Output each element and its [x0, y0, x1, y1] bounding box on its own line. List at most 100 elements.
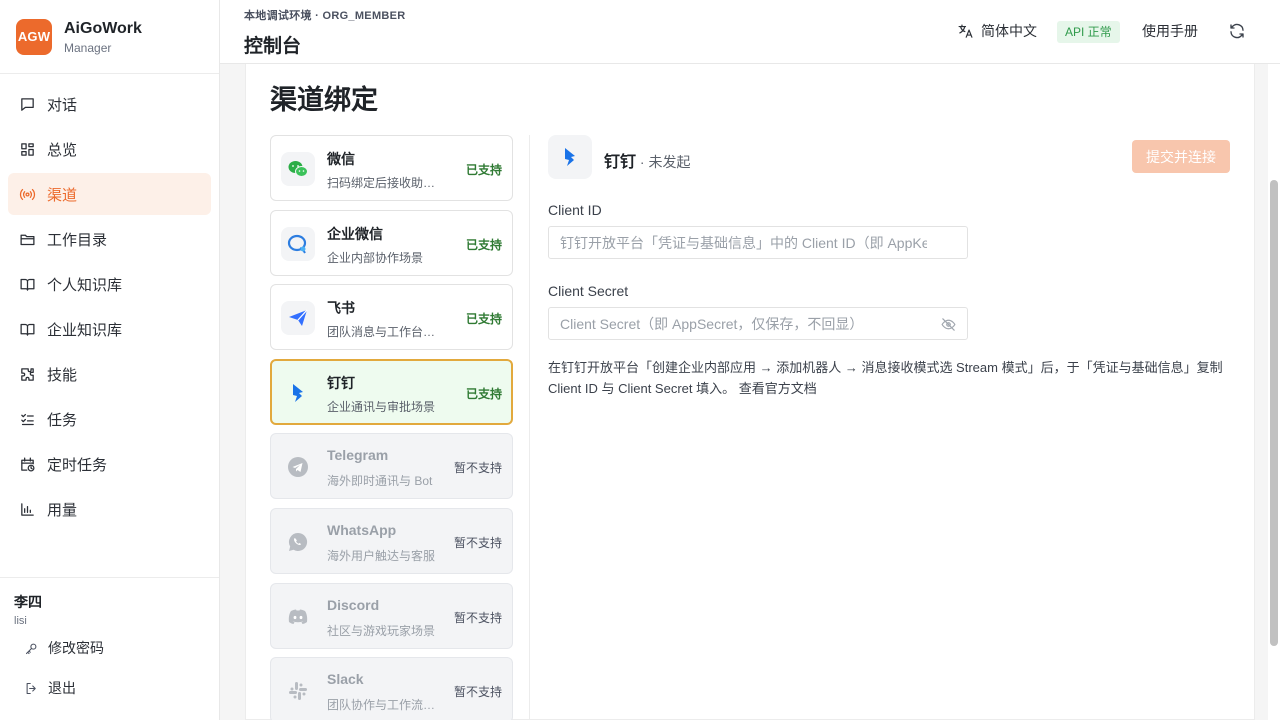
- slack-icon: [289, 682, 307, 701]
- env-label: 本地调试环境 · ORG_MEMBER: [244, 10, 406, 22]
- manual-link[interactable]: 使用手册: [1142, 21, 1198, 41]
- user-block: 李四 lisi 修改密码 退出: [0, 577, 219, 707]
- brand-name: AiGoWork: [64, 19, 142, 37]
- discord-icon: [288, 609, 308, 624]
- user-name: 李四: [14, 594, 42, 610]
- channel-item-whatsapp[interactable]: WhatsApp 海外用户触达与客服 暂不支持: [270, 507, 513, 574]
- sidebar-item-usage[interactable]: 用量: [8, 488, 211, 530]
- channel-desc: 扫码绑定后接收助手消息: [327, 176, 437, 190]
- dingtalk-icon: [293, 383, 303, 402]
- book-icon: [20, 278, 35, 291]
- client-id-label: Client ID: [548, 202, 602, 218]
- channel-status: 已支持: [465, 312, 502, 327]
- eye-off-icon: [941, 318, 956, 331]
- channel-name: Slack: [327, 671, 364, 688]
- sidebar-item-chat[interactable]: 对话: [8, 83, 211, 125]
- channel-name: 飞书: [327, 300, 355, 317]
- channel-item-wecom[interactable]: 企业微信 企业内部协作场景 已支持: [270, 209, 513, 276]
- refresh-button[interactable]: [1228, 22, 1248, 42]
- translate-icon: [958, 24, 973, 38]
- detail-channel-name: 钉钉 · 未发起: [604, 154, 691, 171]
- bar-chart-icon: [21, 502, 34, 516]
- sidebar-item-skills[interactable]: 技能: [8, 353, 211, 395]
- channel-name: 企业微信: [327, 225, 383, 242]
- official-docs-link[interactable]: 查看官方文档: [739, 381, 817, 396]
- channel-item-wechat[interactable]: 微信 扫码绑定后接收助手消息 已支持: [270, 135, 513, 201]
- toggle-visibility-button[interactable]: [940, 316, 957, 333]
- channel-status: 已支持: [465, 163, 502, 177]
- channel-status: 暂不支持: [453, 610, 502, 625]
- sidebar-item-workdir[interactable]: 工作目录: [8, 218, 211, 260]
- channel-status: 暂不支持: [453, 535, 502, 550]
- calendar-clock-icon: [21, 456, 35, 472]
- language-switcher[interactable]: 简体中文: [957, 21, 1037, 41]
- channel-item-discord[interactable]: Discord 社区与游戏玩家场景 暂不支持: [270, 582, 513, 649]
- channel-item-telegram[interactable]: Telegram 海外即时通讯与 Bot 暂不支持: [270, 433, 513, 500]
- channel-desc: 企业内部协作场景: [327, 250, 424, 265]
- channel-desc: 社区与游戏玩家场景: [327, 623, 436, 638]
- chat-icon: [21, 97, 34, 111]
- client-secret-field-wrapper: [548, 307, 968, 340]
- page-title: 控制台: [244, 36, 302, 57]
- channel-desc: 海外用户触达与客服: [327, 548, 436, 563]
- user-id: lisi: [14, 615, 27, 627]
- channel-item-feishu[interactable]: 飞书 团队消息与工作台通知 已支持: [270, 284, 513, 351]
- client-id-field-wrapper: [548, 226, 968, 259]
- client-id-input[interactable]: [549, 227, 967, 258]
- sidebar-nav: 对话 总览 渠道 工作目录 个人知识库 企业知识库 技能 任务 定时任务 用量: [0, 74, 219, 530]
- broadcast-icon: [19, 188, 36, 200]
- logout-button[interactable]: 退出: [14, 669, 219, 707]
- connection-state: · 未发起: [636, 154, 691, 170]
- key-icon: [25, 643, 37, 654]
- channel-binding-card: 渠道绑定 微信 扫码绑定后接收助手消息 已支持 企业微信 企业内部协作场景 已支…: [245, 64, 1255, 720]
- submit-connect-button[interactable]: 提交并连接: [1132, 140, 1230, 173]
- client-secret-input[interactable]: [549, 308, 967, 339]
- feishu-icon: [289, 309, 308, 327]
- scrollbar-thumb[interactable]: [1270, 180, 1278, 646]
- channel-item-dingtalk[interactable]: 钉钉 企业通讯与审批场景 已支持: [270, 358, 513, 425]
- whatsapp-icon: [288, 532, 308, 551]
- checklist-icon: [21, 413, 34, 425]
- channel-status: 已支持: [465, 386, 502, 401]
- telegram-icon: [288, 457, 308, 478]
- wecom-icon: [287, 234, 307, 254]
- logout-icon: [26, 682, 36, 694]
- book-icon: [20, 323, 35, 336]
- sidebar-item-tasks[interactable]: 任务: [8, 398, 211, 440]
- channel-detail: 钉钉 · 未发起 提交并连接 Client ID Client Secret 在…: [548, 135, 1238, 399]
- sidebar-item-scheduled-tasks[interactable]: 定时任务: [8, 443, 211, 485]
- sidebar-item-overview[interactable]: 总览: [8, 128, 211, 170]
- channel-name: 钉钉: [327, 374, 355, 391]
- channel-name: WhatsApp: [327, 521, 397, 538]
- channel-name: Telegram: [327, 447, 389, 464]
- channel-status: 已支持: [465, 237, 502, 252]
- sidebar: AGW AiGoWork Manager 对话 总览 渠道 工作目录 个人知识库: [0, 0, 220, 720]
- channel-desc: 企业通讯与审批场景: [327, 399, 436, 414]
- channel-status: 暂不支持: [453, 461, 502, 476]
- change-password-button[interactable]: 修改密码: [14, 629, 219, 667]
- wechat-icon: [288, 161, 308, 177]
- client-secret-label: Client Secret: [548, 283, 629, 299]
- channel-name: Discord: [327, 596, 380, 613]
- channel-name: 微信: [327, 151, 355, 167]
- sidebar-item-personal-kb[interactable]: 个人知识库: [8, 263, 211, 305]
- channel-status: 暂不支持: [453, 685, 502, 700]
- puzzle-icon: [21, 367, 34, 381]
- channel-desc: 团队消息与工作台通知: [327, 325, 437, 340]
- section-title: 渠道绑定: [270, 85, 378, 115]
- header: 本地调试环境 · ORG_MEMBER 控制台 简体中文 API 正常 使用手册: [220, 0, 1280, 64]
- panel-divider: [529, 135, 530, 720]
- channel-item-slack[interactable]: Slack 团队协作与工作流通知 暂不支持: [270, 657, 513, 720]
- help-text: 在钉钉开放平台「创建企业内部应用 → 添加机器人 → 消息接收模式选 Strea…: [548, 360, 1223, 396]
- channel-list: 微信 扫码绑定后接收助手消息 已支持 企业微信 企业内部协作场景 已支持 飞书 …: [270, 135, 513, 720]
- brand-role: Manager: [64, 40, 112, 55]
- folder-icon: [20, 234, 35, 245]
- sidebar-item-channels[interactable]: 渠道: [8, 173, 211, 215]
- brand-logo: AGW: [16, 18, 52, 55]
- brand: AGW AiGoWork Manager: [0, 0, 219, 74]
- dingtalk-icon: [565, 148, 575, 166]
- channel-desc: 团队协作与工作流通知: [327, 698, 437, 713]
- sidebar-item-enterprise-kb[interactable]: 企业知识库: [8, 308, 211, 350]
- api-status-badge: API 正常: [1057, 21, 1120, 43]
- detail-header: 钉钉 · 未发起 提交并连接: [548, 135, 1238, 179]
